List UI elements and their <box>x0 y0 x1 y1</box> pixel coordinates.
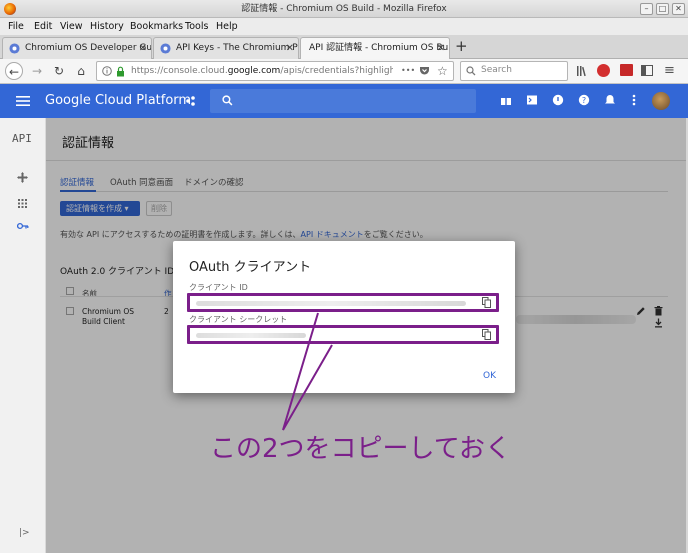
lock-icon <box>116 66 125 77</box>
maximize-button[interactable]: □ <box>656 3 669 15</box>
client-id-value-redacted <box>196 301 466 306</box>
menu-history[interactable]: History <box>90 18 124 35</box>
client-id-field[interactable] <box>187 293 499 312</box>
cloud-shell-icon[interactable] <box>526 94 540 108</box>
menu-hamburger-icon[interactable]: ≡ <box>664 63 675 78</box>
copy-client-secret-icon[interactable] <box>482 329 492 341</box>
window-title: 認証情報 - Chromium OS Build - Mozilla Firef… <box>241 4 447 14</box>
avatar[interactable] <box>652 92 670 110</box>
copy-client-id-icon[interactable] <box>482 297 492 309</box>
reload-button[interactable]: ↻ <box>50 62 68 80</box>
menu-help[interactable]: Help <box>216 18 238 35</box>
url-bar[interactable]: https://console.cloud.google.com/apis/cr… <box>96 61 454 81</box>
menu-tools[interactable]: Tools <box>185 18 208 35</box>
search-icon <box>222 95 233 106</box>
gcp-title[interactable]: Google Cloud Platform <box>45 84 191 118</box>
forward-button[interactable]: → <box>28 62 46 80</box>
svg-text:?: ? <box>582 96 586 105</box>
url-text[interactable]: https://console.cloud.google.com/apis/cr… <box>131 62 393 80</box>
home-button[interactable]: ⌂ <box>72 62 90 80</box>
page-actions-icon[interactable]: ••• <box>401 66 415 75</box>
tab-label: Chromium OS Developer Guid <box>25 43 152 53</box>
new-tab-button[interactable]: + <box>455 37 468 55</box>
search-placeholder: Search <box>481 65 512 75</box>
menu-file[interactable]: File <box>8 18 24 35</box>
back-button[interactable]: ← <box>5 62 23 80</box>
dashboard-icon[interactable] <box>17 172 28 183</box>
gift-icon[interactable] <box>500 94 514 108</box>
tab-developer-guide[interactable]: Chromium OS Developer Guid ✕ <box>2 37 152 59</box>
minimize-button[interactable]: – <box>640 3 653 15</box>
pocket-icon[interactable] <box>419 66 430 76</box>
tab-close-icon[interactable]: ✕ <box>437 38 445 59</box>
tab-bar: Chromium OS Developer Guid ✕ API Keys - … <box>0 35 688 60</box>
help-icon[interactable]: ? <box>578 94 592 108</box>
oauth-client-dialog: OAuth クライアント クライアント ID クライアント シークレット OK <box>173 241 515 393</box>
menu-edit[interactable]: Edit <box>34 18 52 35</box>
gcp-header: Google Cloud Platform ? <box>0 84 688 118</box>
feedback-icon[interactable] <box>552 94 566 108</box>
credentials-key-icon[interactable] <box>17 222 29 230</box>
collapse-nav-button[interactable]: |> <box>19 528 30 538</box>
chromium-favicon-icon <box>9 43 20 54</box>
gcp-search-input[interactable] <box>210 89 476 113</box>
close-window-button[interactable]: ✕ <box>672 3 685 15</box>
menu-view[interactable]: View <box>60 18 83 35</box>
info-icon[interactable] <box>102 66 112 76</box>
notifications-icon[interactable] <box>604 94 618 108</box>
tab-close-icon[interactable]: ✕ <box>139 38 147 59</box>
search-bar[interactable]: Search <box>460 61 568 81</box>
sidebar-icon[interactable] <box>641 65 653 76</box>
project-selector-icon[interactable] <box>186 96 196 106</box>
menu-bookmarks[interactable]: Bookmarks <box>130 18 183 35</box>
tab-label: API 認証情報 - Chromium OS Buil <box>309 43 450 53</box>
tab-label: API Keys - The Chromium Pro <box>176 43 299 53</box>
library-icon[interactable] <box>576 65 588 77</box>
left-navigation: API |> <box>0 118 46 553</box>
menu-bar: File Edit View History Bookmarks Tools H… <box>0 18 688 35</box>
tab-close-icon[interactable]: ✕ <box>286 38 294 59</box>
api-label: API <box>12 132 32 145</box>
annotation-text: この2つをコピーしておく <box>210 434 511 464</box>
client-secret-value-redacted <box>196 333 306 338</box>
client-secret-label: クライアント シークレット <box>189 315 288 324</box>
bookmark-star-icon[interactable]: ☆ <box>437 64 448 78</box>
extension-badge-icon[interactable] <box>620 64 633 76</box>
client-secret-field[interactable] <box>187 325 499 344</box>
more-vert-icon[interactable] <box>632 94 646 108</box>
extension-abp-icon[interactable] <box>597 64 610 77</box>
library-grid-icon[interactable] <box>17 198 28 209</box>
hamburger-icon[interactable] <box>16 95 30 107</box>
window-titlebar: 認証情報 - Chromium OS Build - Mozilla Firef… <box>0 0 688 18</box>
navigation-bar: ← → ↻ ⌂ https://console.cloud.google.com… <box>0 59 688 84</box>
ok-button[interactable]: OK <box>483 371 496 381</box>
tab-api-keys[interactable]: API Keys - The Chromium Pro ✕ <box>153 37 299 59</box>
search-icon <box>466 66 476 76</box>
chromium-favicon-icon <box>160 43 171 54</box>
tab-credentials[interactable]: API 認証情報 - Chromium OS Buil ✕ <box>300 37 450 60</box>
dialog-title: OAuth クライアント <box>189 260 312 275</box>
client-id-label: クライアント ID <box>189 283 248 292</box>
